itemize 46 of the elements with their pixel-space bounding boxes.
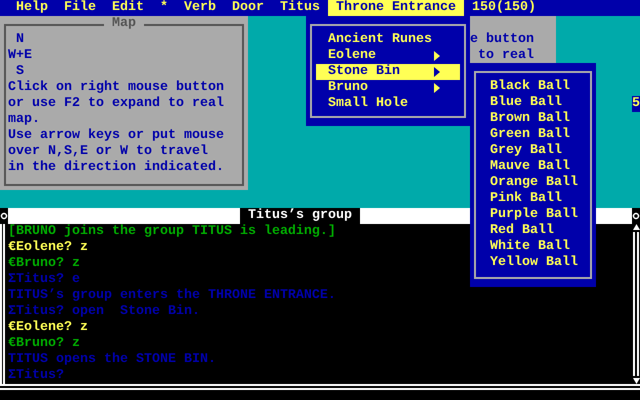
window-title: Titus’s group <box>240 208 360 224</box>
map-text-line: in the direction indicated. <box>8 160 225 176</box>
menu-item[interactable]: Small Hole <box>316 96 460 112</box>
window-text-line: to real <box>477 48 535 64</box>
map-text-line: Click on right mouse button <box>8 80 225 96</box>
edge-text: 5 <box>632 96 640 112</box>
scrollbar[interactable] <box>632 224 640 384</box>
submenu-item[interactable]: Blue Ball <box>490 95 590 111</box>
close-icon[interactable] <box>0 212 8 220</box>
map-text-line: W+E <box>8 48 33 64</box>
submenu-item[interactable]: Purple Ball <box>490 207 590 223</box>
console-line: [BRUNO joins the group TITUS is leading.] <box>8 224 336 240</box>
submenu-item[interactable]: Grey Ball <box>490 143 590 159</box>
console-line: TITUS opens the STONE BIN. <box>8 352 216 368</box>
console-line: €Eolene? z <box>8 320 88 336</box>
menu-item[interactable]: Ancient Runes <box>316 32 460 48</box>
console-line: ΣTitus? <box>8 368 64 384</box>
submenu-item[interactable]: Mauve Ball <box>490 159 590 175</box>
submenu-item[interactable]: Red Ball <box>490 223 590 239</box>
submenu-item[interactable]: Brown Ball <box>490 111 590 127</box>
map-text-line: S <box>14 64 25 80</box>
submenu-item[interactable]: Green Ball <box>490 127 590 143</box>
submenu-item[interactable]: Black Ball <box>490 79 590 95</box>
window-text-line: e button <box>470 32 535 48</box>
menu-item[interactable]: Eolene <box>316 48 460 64</box>
map-text-line: over N,S,E or W to travel <box>8 144 209 160</box>
submenu-item[interactable]: Pink Ball <box>490 191 590 207</box>
menu-item[interactable]: Bruno <box>316 80 460 96</box>
submenu-item[interactable]: Orange Ball <box>490 175 590 191</box>
menu-title[interactable]: Throne Entrance <box>328 0 464 16</box>
submenu-item[interactable]: Yellow Ball <box>490 255 590 271</box>
console-line: €Eolene? z <box>8 240 88 256</box>
console-line: TITUS’s group enters the THRONE ENTRANCE. <box>8 288 336 304</box>
map-text-line: N <box>14 32 25 48</box>
console-line: €Bruno? z <box>8 336 80 352</box>
scroll-down-icon[interactable] <box>632 378 640 384</box>
map-text-line: or use F2 to expand to real <box>8 96 225 112</box>
map-text-line: Use arrow keys or put mouse <box>8 128 225 144</box>
map-text-line: map. <box>8 112 41 128</box>
resize-icon[interactable] <box>632 212 640 220</box>
submenu-item[interactable]: White Ball <box>490 239 590 255</box>
console-line: €Bruno? z <box>8 256 80 272</box>
console-line: ΣTitus? open Stone Bin. <box>8 304 200 320</box>
console-line: ΣTitus? e <box>8 272 80 288</box>
window-title: Map <box>104 16 144 32</box>
menu-item[interactable]: Stone Bin <box>316 64 460 80</box>
